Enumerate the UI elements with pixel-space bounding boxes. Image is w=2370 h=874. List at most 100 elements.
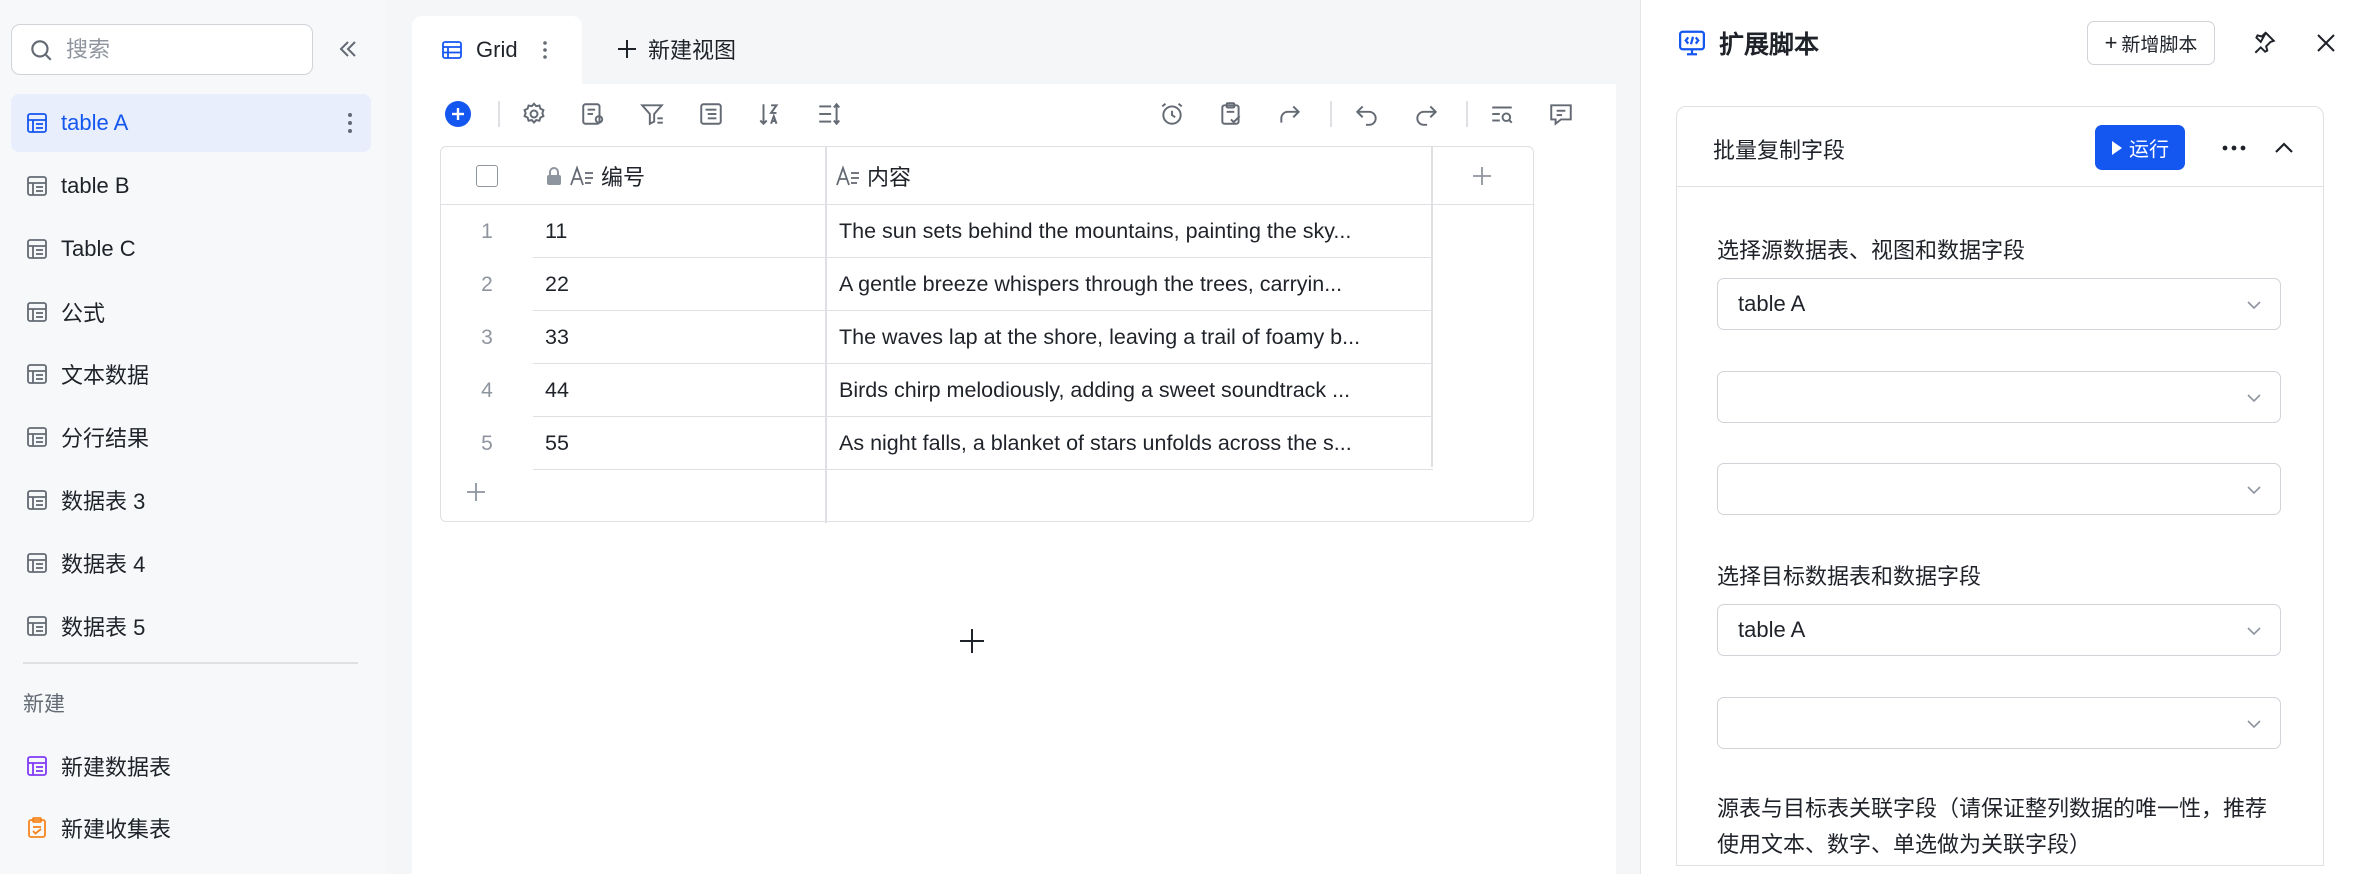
- cell-id[interactable]: 33: [545, 311, 815, 364]
- add-record-icon[interactable]: [442, 98, 474, 130]
- sidebar-new-form[interactable]: 新建收集表: [11, 799, 371, 857]
- sidebar-item-table-c[interactable]: Table C: [11, 220, 371, 278]
- tab-grid-view[interactable]: Grid: [412, 16, 582, 84]
- cell-id[interactable]: 44: [545, 364, 815, 417]
- sidebar-new-table[interactable]: 新建数据表: [11, 737, 371, 795]
- run-label: 运行: [2129, 139, 2169, 161]
- table-row[interactable]: 2 22 A gentle breeze whispers through th…: [441, 258, 1433, 311]
- row-number: 1: [481, 219, 493, 243]
- row-number: 2: [481, 272, 493, 296]
- column-header-label: 编号: [601, 164, 646, 190]
- crosshair-cursor-icon: [960, 629, 984, 653]
- toolbar-divider: [498, 101, 500, 127]
- row-number: 4: [481, 378, 493, 402]
- select-all-checkbox[interactable]: [476, 164, 498, 187]
- filter-icon[interactable]: [636, 98, 668, 130]
- alarm-clock-icon[interactable]: [1156, 98, 1188, 130]
- collapse-sidebar-icon[interactable]: [333, 34, 363, 64]
- select-all-checkbox-cell: [441, 147, 533, 204]
- script-monitor-icon: [1679, 30, 1705, 56]
- chevron-down-icon: [2247, 394, 2261, 403]
- cell-content[interactable]: The sun sets behind the mountains, paint…: [839, 205, 1427, 258]
- table-row[interactable]: 3 33 The waves lap at the shore, leaving…: [441, 311, 1433, 364]
- search-box[interactable]: [11, 24, 313, 75]
- panel-title: 扩展脚本: [1677, 26, 1819, 60]
- source-table-select[interactable]: table A: [1717, 278, 2281, 330]
- add-row-icon[interactable]: [461, 477, 491, 507]
- target-table-select[interactable]: table A: [1717, 604, 2281, 656]
- redo-icon[interactable]: [1410, 98, 1442, 130]
- cell-content[interactable]: A gentle breeze whispers through the tre…: [839, 258, 1427, 311]
- toolbar-divider: [1330, 101, 1332, 127]
- pin-icon[interactable]: [2247, 26, 2281, 60]
- sidebar-section-new: 新建: [23, 693, 65, 716]
- sidebar-item-table-a[interactable]: table A: [11, 94, 371, 152]
- table-icon: [27, 427, 47, 447]
- undo-icon[interactable]: [1351, 98, 1383, 130]
- sidebar-item-text-data[interactable]: 文本数据: [11, 345, 371, 403]
- sidebar-item-split-result[interactable]: 分行结果: [11, 408, 371, 466]
- add-script-label: 新增脚本: [2121, 34, 2198, 56]
- table-row[interactable]: 1 11 The sun sets behind the mountains, …: [441, 205, 1433, 258]
- cell-id[interactable]: 55: [545, 417, 815, 470]
- find-icon[interactable]: [1486, 98, 1518, 130]
- table-icon: [27, 113, 47, 133]
- source-view-select[interactable]: [1717, 371, 2281, 423]
- row-number: 5: [481, 431, 493, 455]
- plus-icon: [618, 40, 636, 58]
- sidebar-item-table-3[interactable]: 数据表 3: [11, 471, 371, 529]
- cell-content[interactable]: As night falls, a blanket of stars unfol…: [839, 417, 1427, 470]
- close-icon[interactable]: [2309, 26, 2343, 60]
- sidebar-item-label: 数据表 5: [61, 615, 146, 640]
- new-form-icon: [28, 817, 46, 838]
- grid-header: 编号 内容: [441, 147, 1533, 523]
- sidebar-item-label: 新建数据表: [61, 755, 172, 780]
- cell-id[interactable]: 11: [545, 205, 815, 258]
- cell-content[interactable]: Birds chirp melodiously, adding a sweet …: [839, 364, 1427, 417]
- column-header-id[interactable]: 编号: [545, 147, 825, 204]
- group-icon[interactable]: [695, 98, 727, 130]
- target-field-select[interactable]: [1717, 697, 2281, 749]
- chevron-down-icon: [2247, 627, 2261, 636]
- sidebar-item-table-5[interactable]: 数据表 5: [11, 597, 371, 655]
- run-button[interactable]: 运行: [2095, 125, 2185, 170]
- row-height-icon[interactable]: [813, 98, 845, 130]
- new-table-icon: [27, 756, 47, 776]
- target-label: 选择目标数据表和数据字段: [1717, 564, 1982, 589]
- chevron-down-icon: [2247, 720, 2261, 729]
- sidebar-item-table-b[interactable]: table B: [11, 157, 371, 215]
- source-field-select[interactable]: [1717, 463, 2281, 515]
- tab-more-icon[interactable]: [540, 40, 550, 60]
- chevron-up-icon[interactable]: [2267, 131, 2301, 165]
- share-icon[interactable]: [1274, 98, 1306, 130]
- search-input[interactable]: [66, 36, 286, 63]
- settings-icon[interactable]: [518, 98, 550, 130]
- sidebar-item-formula[interactable]: 公式: [11, 283, 371, 341]
- sidebar-item-label: 文本数据: [61, 363, 150, 388]
- sidebar: table A table B Table C 公式 文本数据 分行结果 数据表…: [0, 0, 386, 874]
- plus-icon: +: [2104, 30, 2118, 55]
- table-icon: [27, 490, 47, 510]
- table-row[interactable]: 4 44 Birds chirp melodiously, adding a s…: [441, 364, 1433, 417]
- sort-icon[interactable]: [754, 98, 786, 130]
- more-vertical-icon[interactable]: [343, 109, 357, 137]
- add-column-icon[interactable]: [1431, 147, 1533, 205]
- more-horizontal-icon[interactable]: [2217, 133, 2251, 163]
- cell-id[interactable]: 22: [545, 258, 815, 311]
- sidebar-item-table-4[interactable]: 数据表 4: [11, 534, 371, 592]
- chevron-down-icon: [2247, 301, 2261, 310]
- table-row[interactable]: 5 55 As night falls, a blanket of stars …: [441, 417, 1433, 470]
- field-config-icon[interactable]: [577, 98, 609, 130]
- toolbar-divider: [1466, 101, 1468, 127]
- table-icon: [27, 176, 47, 196]
- panel-title-text: 扩展脚本: [1719, 31, 1820, 59]
- new-view-button[interactable]: 新建视图: [616, 30, 736, 68]
- comment-icon[interactable]: [1545, 98, 1577, 130]
- column-header-content[interactable]: 内容: [835, 147, 1425, 204]
- add-script-button[interactable]: + 新增脚本: [2087, 21, 2215, 65]
- lock-icon: [547, 166, 561, 185]
- link-field-label: 源表与目标表关联字段（请保证整列数据的唯一性，推荐使用文本、数字、单选做为关联字…: [1717, 796, 2268, 857]
- cell-content[interactable]: The waves lap at the shore, leaving a tr…: [839, 311, 1427, 364]
- script-card-header: 批量复制字段 运行: [1677, 107, 2323, 187]
- clipboard-check-icon[interactable]: [1215, 98, 1247, 130]
